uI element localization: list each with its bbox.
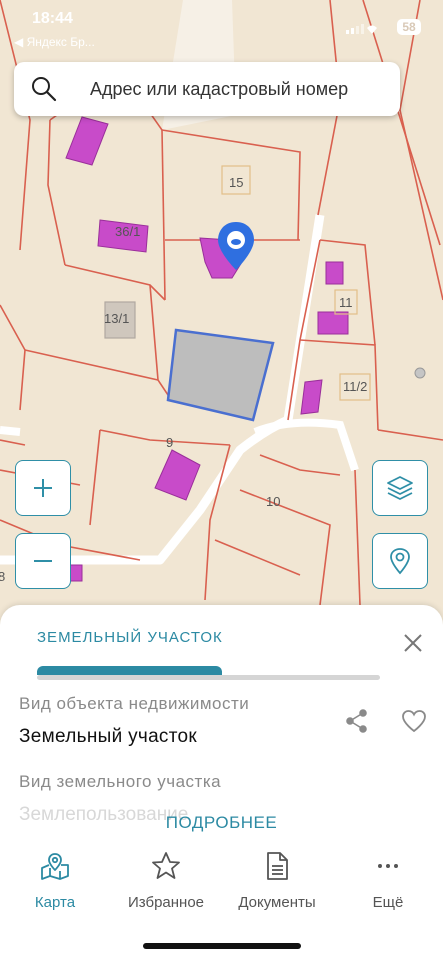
- search-icon: [32, 77, 57, 102]
- parcel-label-13-1: 13/1: [104, 311, 129, 326]
- parcel-label-36-1: 36/1: [115, 224, 140, 239]
- map-icon: [41, 853, 69, 880]
- search-bar[interactable]: [14, 62, 410, 116]
- nav-label-more: Ещё: [372, 894, 404, 911]
- parcel-label-9: 9: [166, 435, 173, 450]
- zoom-out-button[interactable]: [15, 533, 71, 589]
- signal-wifi-icon: [346, 24, 377, 34]
- heart-icon[interactable]: [401, 709, 427, 733]
- more-details-link[interactable]: ПОДРОБНЕЕ: [0, 813, 443, 833]
- battery-icon: 58: [397, 19, 421, 35]
- layers-button[interactable]: [372, 460, 428, 516]
- home-indicator: [143, 943, 301, 949]
- parcel-label-8: 8: [0, 569, 5, 584]
- close-icon[interactable]: [400, 630, 426, 656]
- nav-label-map: Карта: [34, 894, 76, 911]
- tab-land-plot[interactable]: ЗЕМЕЛЬНЫЙ УЧАСТОК: [37, 629, 223, 646]
- tab-track: [37, 675, 380, 680]
- star-icon: [152, 852, 180, 879]
- minus-icon: [34, 560, 52, 562]
- property-type-value: Земельный участок: [19, 726, 198, 747]
- my-location-button[interactable]: [372, 533, 428, 589]
- plus-icon: [34, 479, 52, 497]
- nav-label-documents: Документы: [238, 894, 316, 911]
- search-input[interactable]: [74, 62, 410, 116]
- land-plot-type-label: Вид земельного участка: [19, 772, 222, 791]
- status-time: 18:44: [32, 10, 73, 27]
- property-type-label: Вид объекта недвижимости: [19, 694, 250, 713]
- share-icon[interactable]: [345, 709, 369, 733]
- nav-item-more[interactable]: Ещё: [333, 851, 443, 911]
- nav-label-favorites: Избранное: [127, 894, 205, 911]
- layers-icon: [387, 476, 413, 500]
- nav-item-favorites[interactable]: Избранное: [111, 851, 221, 911]
- nav-item-documents[interactable]: Документы: [222, 851, 332, 911]
- parcel-label-15: 15: [229, 175, 243, 190]
- parcel-label-10: 10: [266, 494, 280, 509]
- document-icon: [267, 852, 288, 880]
- bottom-nav: Карта Избранное Документы Ещё: [0, 845, 443, 925]
- more-dots-icon: [378, 864, 398, 868]
- tab-indicator: [37, 666, 222, 675]
- parcel-label-11: 11: [339, 295, 353, 310]
- back-to-app-link[interactable]: ◀ Яндекс Бр...: [14, 35, 95, 49]
- status-bar: 18:44 ◀ Яндекс Бр... 58: [0, 0, 443, 52]
- info-sheet: ЗЕМЕЛЬНЫЙ УЧАСТОК Вид объекта недвижимос…: [0, 605, 443, 960]
- zoom-in-button[interactable]: [15, 460, 71, 516]
- parcel-label-11-2: 11/2: [343, 379, 367, 394]
- nav-item-map[interactable]: Карта: [0, 851, 110, 911]
- location-marker-icon: [390, 548, 410, 575]
